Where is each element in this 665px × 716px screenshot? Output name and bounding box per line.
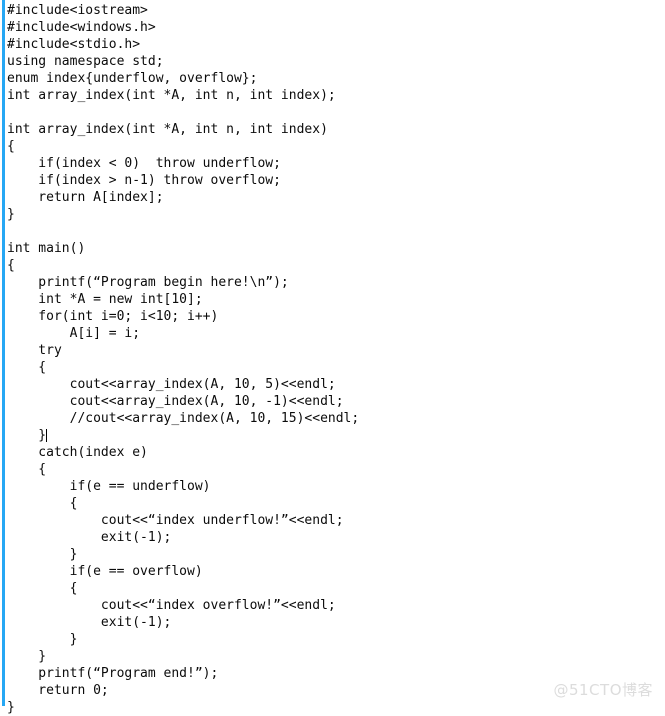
code-line: { [7, 496, 78, 511]
code-line: #include<stdio.h> [7, 37, 141, 52]
code-line: printf(“Program begin here!\n”); [7, 275, 289, 290]
code-line: { [7, 462, 47, 477]
watermark-label: @51CTO博客 [553, 681, 653, 699]
source-code-block[interactable]: #include<iostream> #include<windows.h> #in… [0, 2, 660, 716]
code-line: int main() [7, 241, 86, 256]
code-line: cout<<array_index(A, 10, 5)<<endl; [7, 377, 336, 392]
code-line: try [7, 343, 62, 358]
code-line: catch(index e) [7, 445, 148, 460]
code-line: int *A = new int[10]; [7, 292, 203, 307]
code-line: } [7, 649, 47, 664]
code-line: #include<windows.h> [7, 20, 156, 35]
code-line: for(int i=0; i<10; i++) [7, 309, 219, 324]
code-line: cout<<“index overflow!”<<endl; [7, 598, 336, 613]
code-line: } [7, 207, 15, 222]
code-line: //cout<<array_index(A, 10, 15)<<endl; [7, 411, 360, 426]
code-line: { [7, 360, 47, 375]
code-line: using namespace std; [7, 54, 164, 69]
code-line: } [7, 700, 15, 715]
code-line: cout<<array_index(A, 10, -1)<<endl; [7, 394, 344, 409]
code-line: } [7, 547, 78, 562]
code-line: { [7, 139, 15, 154]
code-screenshot-page: #include<iostream> #include<windows.h> #in… [0, 0, 665, 715]
code-line: int array_index(int *A, int n, int index… [7, 88, 336, 103]
code-line: if(e == underflow) [7, 479, 211, 494]
code-line: if(index > n-1) throw overflow; [7, 173, 281, 188]
code-line: A[i] = i; [7, 326, 141, 341]
code-line: { [7, 581, 78, 596]
code-line: enum index{underflow, overflow}; [7, 71, 258, 86]
code-line: exit(-1); [7, 530, 172, 545]
code-line: #include<iostream> [7, 3, 148, 18]
code-line: { [7, 258, 15, 273]
code-line: if(index < 0) throw underflow; [7, 156, 281, 171]
code-line: int array_index(int *A, int n, int index… [7, 122, 328, 137]
code-line: exit(-1); [7, 615, 172, 630]
code-line: return A[index]; [7, 190, 164, 205]
code-line: } [7, 428, 47, 443]
text-caret [46, 429, 47, 442]
code-line: } [7, 632, 78, 647]
code-line: cout<<“index underflow!”<<endl; [7, 513, 344, 528]
code-line: if(e == overflow) [7, 564, 203, 579]
